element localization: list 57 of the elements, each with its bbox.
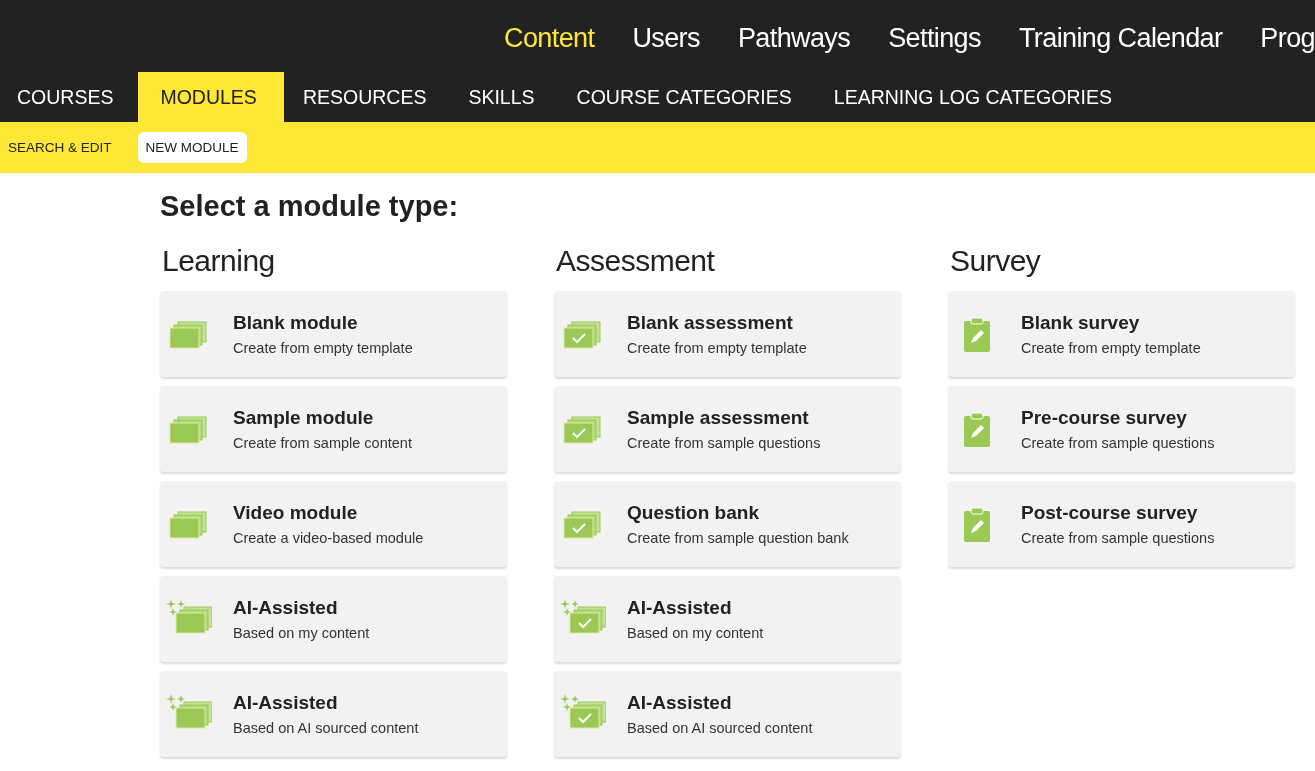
card-description: Based on AI sourced content: [233, 720, 419, 736]
card-description: Create from sample question bank: [627, 530, 849, 546]
card-description: Create from empty template: [627, 340, 807, 356]
module-type-card[interactable]: Blank survey Create from empty template: [948, 291, 1295, 377]
card-title: AI-Assisted: [627, 692, 733, 714]
nav-link[interactable]: Prog: [1260, 18, 1315, 54]
card-title: Sample assessment: [627, 407, 810, 429]
card-title: Blank survey: [1021, 312, 1141, 334]
module-type-card[interactable]: Question bank Create from sample question bank: [554, 481, 901, 567]
module-type-card[interactable]: AI-Assisted Based on AI sourced content: [160, 671, 507, 757]
card-title: AI-Assisted: [233, 597, 339, 619]
card-description: Create from empty template: [233, 340, 413, 356]
card-title: AI-Assisted: [233, 692, 339, 714]
module-type-card[interactable]: Post-course survey Create from sample questions: [948, 481, 1295, 567]
card-title: Pre-course survey: [1021, 407, 1188, 429]
tab[interactable]: COURSE CATEGORIES: [559, 72, 815, 122]
tab[interactable]: SKILLS: [451, 72, 558, 122]
module-type-card[interactable]: Blank assessment Create from empty template: [554, 291, 901, 377]
card-title: Sample module: [233, 407, 375, 429]
page-heading: Select a module type:: [160, 190, 460, 223]
card-title: Video module: [233, 502, 359, 524]
nav-link[interactable]: Users: [632, 18, 700, 54]
tab[interactable]: COURSES: [0, 72, 137, 122]
tab[interactable]: MODULES: [138, 72, 284, 122]
card-title: AI-Assisted: [627, 597, 733, 619]
module-type-card[interactable]: AI-Assisted Based on my content: [554, 576, 901, 662]
card-title: Post-course survey: [1021, 502, 1199, 524]
card-description: Create from sample questions: [1021, 530, 1215, 546]
nav-link[interactable]: Pathways: [737, 18, 851, 54]
nav-link[interactable]: Settings: [888, 18, 981, 54]
card-description: Based on AI sourced content: [627, 720, 813, 736]
card-description: Create from empty template: [1021, 340, 1201, 356]
card-description: Based on my content: [627, 625, 764, 641]
column-title: Learning: [162, 244, 276, 278]
module-type-card[interactable]: Pre-course survey Create from sample questions: [948, 386, 1295, 472]
card-title: Blank module: [233, 312, 359, 334]
sub-tab[interactable]: SEARCH & EDIT: [8, 132, 120, 163]
column-title: Assessment: [556, 244, 716, 278]
tab[interactable]: RESOURCES: [285, 72, 450, 122]
card-title: Blank assessment: [627, 312, 794, 334]
nav-link[interactable]: Content: [504, 18, 595, 54]
card-description: Create from sample questions: [1021, 435, 1215, 451]
module-type-card[interactable]: Sample module Create from sample content: [160, 386, 507, 472]
module-type-card[interactable]: AI-Assisted Based on my content: [160, 576, 507, 662]
module-type-card[interactable]: AI-Assisted Based on AI sourced content: [554, 671, 901, 757]
module-type-card[interactable]: Video module Create a video-based module: [160, 481, 507, 567]
column-title: Survey: [950, 244, 1042, 278]
card-description: Create from sample questions: [627, 435, 821, 451]
module-type-card[interactable]: Sample assessment Create from sample questions: [554, 386, 901, 472]
tab[interactable]: LEARNING LOG CATEGORIES: [816, 72, 1135, 122]
sub-tab[interactable]: NEW MODULE: [137, 132, 247, 163]
nav-link[interactable]: Training Calendar: [1018, 18, 1223, 54]
card-description: Create from sample content: [233, 435, 412, 451]
card-title: Question bank: [627, 502, 760, 524]
module-type-card[interactable]: Blank module Create from empty template: [160, 291, 507, 377]
card-description: Based on my content: [233, 625, 370, 641]
card-description: Create a video-based module: [233, 530, 424, 546]
